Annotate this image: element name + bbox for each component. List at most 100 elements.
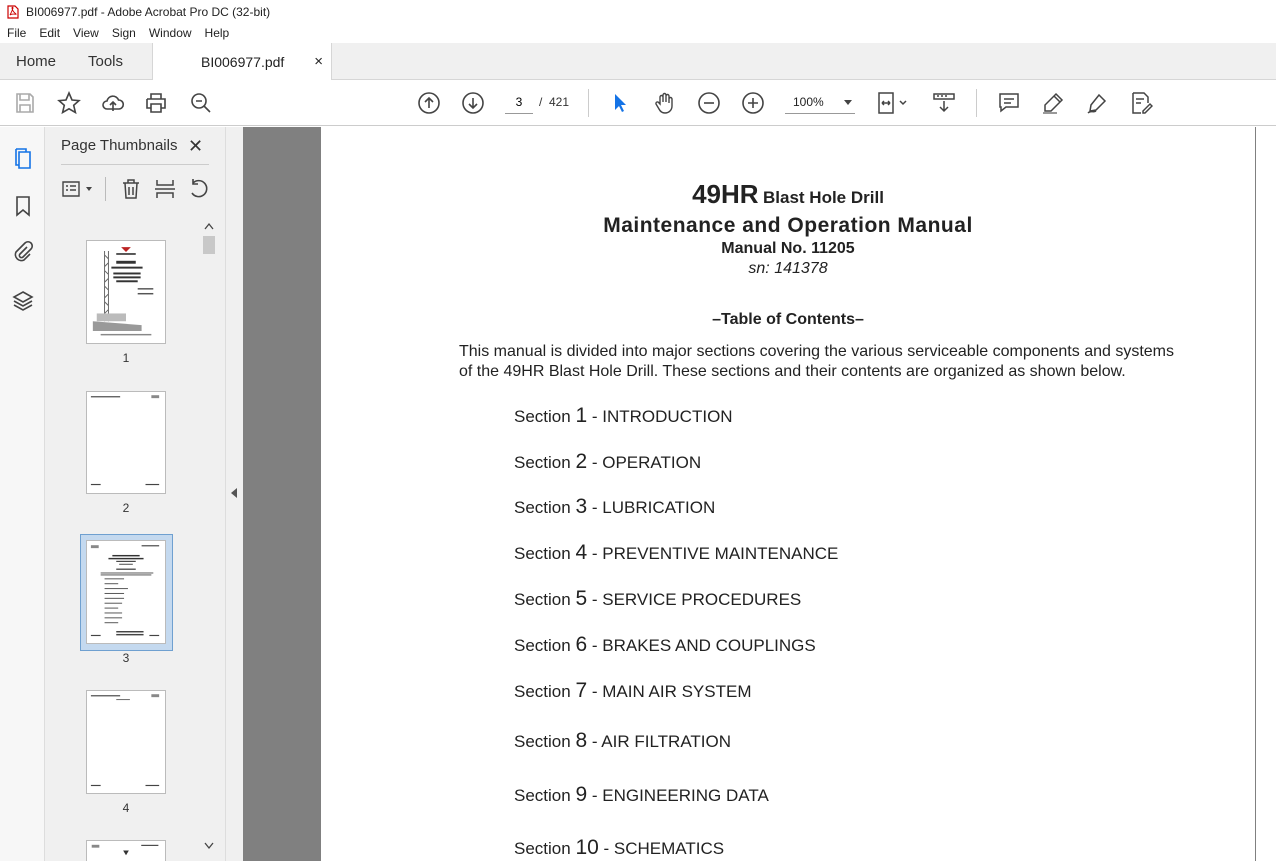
section-word: Section <box>514 544 571 563</box>
bookmark-icon[interactable] <box>11 194 35 218</box>
menu-file[interactable]: File <box>0 26 32 40</box>
print-button[interactable] <box>143 90 169 116</box>
menu-sign[interactable]: Sign <box>105 26 142 40</box>
section-number: 1 <box>575 404 588 427</box>
section-word: Section <box>514 786 571 805</box>
extract-pages-icon[interactable] <box>153 177 177 201</box>
toolbar-divider <box>588 89 589 117</box>
section-number: 10 <box>575 836 599 859</box>
panel-title: Page Thumbnails <box>61 137 178 154</box>
menu-view[interactable]: View <box>66 26 105 40</box>
collapse-panel-icon[interactable] <box>230 487 238 499</box>
layers-icon[interactable] <box>11 289 35 313</box>
search-button[interactable] <box>188 90 214 116</box>
upload-cloud-button[interactable] <box>100 90 126 116</box>
page-thumbnail-5[interactable] <box>86 840 166 861</box>
page-fit-button[interactable] <box>876 90 912 116</box>
manual-title: Maintenance and Operation Manual <box>603 214 973 237</box>
scroll-mode-icon <box>933 93 955 113</box>
menu-edit[interactable]: Edit <box>32 26 66 40</box>
section-number: 4 <box>575 541 588 564</box>
thumbnail-preview <box>91 844 159 856</box>
chevron-down-icon <box>843 99 852 105</box>
section-title: - AIR FILTRATION <box>591 732 732 751</box>
toc-section: Section 7 - MAIN AIR SYSTEM <box>514 679 752 703</box>
thumbnail-scrollbar[interactable] <box>201 218 217 858</box>
save-button[interactable] <box>12 90 38 116</box>
bookmark-star-button[interactable] <box>56 90 82 116</box>
model-suffix: Blast Hole Drill <box>763 188 884 207</box>
menu-bar: File Edit View Sign Window Help <box>0 23 1276 43</box>
star-icon <box>57 91 81 115</box>
section-number: 7 <box>575 679 588 702</box>
scroll-mode-button[interactable] <box>931 90 957 116</box>
section-word: Section <box>514 590 571 609</box>
thumbnail-label-2: 2 <box>122 501 130 515</box>
hand-tool-button[interactable] <box>652 90 678 116</box>
page-thumbnails-panel: Page Thumbnails ✕ 1 2 3 4 <box>45 127 225 861</box>
section-title: - OPERATION <box>591 453 702 472</box>
pen-draw-icon <box>1087 93 1107 114</box>
chevron-up-icon[interactable] <box>204 222 214 230</box>
section-title: - ENGINEERING DATA <box>591 786 769 805</box>
page-thumbnails-icon[interactable] <box>11 147 35 171</box>
panel-splitter[interactable] <box>225 127 243 861</box>
rotate-icon[interactable] <box>187 177 211 201</box>
section-word: Section <box>514 732 571 751</box>
save-icon <box>16 93 34 113</box>
highlighter-icon <box>1043 92 1064 114</box>
page-thumbnail-3[interactable] <box>86 540 166 644</box>
arrow-down-circle-icon <box>462 92 484 114</box>
tab-document[interactable]: BI006977.pdf × <box>152 43 332 80</box>
page-thumbnail-4[interactable] <box>86 690 166 794</box>
thumbnail-label-3: 3 <box>122 651 130 665</box>
page-number-input[interactable] <box>505 90 533 114</box>
main-toolbar <box>0 80 1276 126</box>
section-word: Section <box>514 407 571 426</box>
toc-section: Section 5 - SERVICE PROCEDURES <box>514 587 801 611</box>
toc-section: Section 9 - ENGINEERING DATA <box>514 783 769 807</box>
toolbar-divider <box>976 89 977 117</box>
zoom-in-button[interactable] <box>740 90 766 116</box>
zoom-out-button[interactable] <box>696 90 722 116</box>
zoom-select[interactable]: 100% <box>785 90 855 114</box>
draw-button[interactable] <box>1084 90 1110 116</box>
zoom-value: 100% <box>793 94 824 109</box>
tab-home[interactable]: Home <box>16 43 56 80</box>
next-page-button[interactable] <box>460 90 486 116</box>
fill-sign-button[interactable] <box>1128 90 1154 116</box>
section-word: Section <box>514 839 571 858</box>
printer-icon <box>146 93 166 113</box>
scrollbar-thumb[interactable] <box>203 236 215 254</box>
panel-toolbar-divider <box>105 177 106 201</box>
title-bar: BI006977.pdf - Adobe Acrobat Pro DC (32-… <box>0 0 1276 23</box>
tab-close-icon[interactable]: × <box>314 53 323 70</box>
minus-circle-icon <box>698 92 720 114</box>
trash-icon[interactable] <box>119 177 143 201</box>
document-scrollbar[interactable] <box>1256 127 1276 861</box>
plus-circle-icon <box>742 92 764 114</box>
section-number: 6 <box>575 633 588 656</box>
section-title: - SCHEMATICS <box>603 839 725 858</box>
page-thumbnail-2[interactable] <box>86 391 166 494</box>
close-icon[interactable]: ✕ <box>188 136 203 157</box>
comment-button[interactable] <box>996 90 1022 116</box>
page-thumbnail-1[interactable] <box>86 240 166 344</box>
chevron-down-icon[interactable] <box>204 842 214 850</box>
document-viewport[interactable]: 49HR Blast Hole Drill Maintenance and Op… <box>243 127 1276 861</box>
options-menu-icon[interactable] <box>61 177 95 201</box>
left-rail <box>0 127 45 861</box>
attachment-paperclip-icon[interactable] <box>11 240 35 264</box>
toc-section: Section 4 - PREVENTIVE MAINTENANCE <box>514 541 838 565</box>
tab-document-label: BI006977.pdf <box>201 53 285 70</box>
menu-help[interactable]: Help <box>198 26 236 40</box>
previous-page-button[interactable] <box>416 90 442 116</box>
model-name: 49HR <box>692 179 759 209</box>
menu-window[interactable]: Window <box>142 26 198 40</box>
section-word: Section <box>514 498 571 517</box>
hand-icon <box>655 92 673 114</box>
toc-section: Section 1 - INTRODUCTION <box>514 404 733 428</box>
select-tool-button[interactable] <box>607 90 633 116</box>
highlight-button[interactable] <box>1040 90 1066 116</box>
tab-tools[interactable]: Tools <box>88 43 123 80</box>
